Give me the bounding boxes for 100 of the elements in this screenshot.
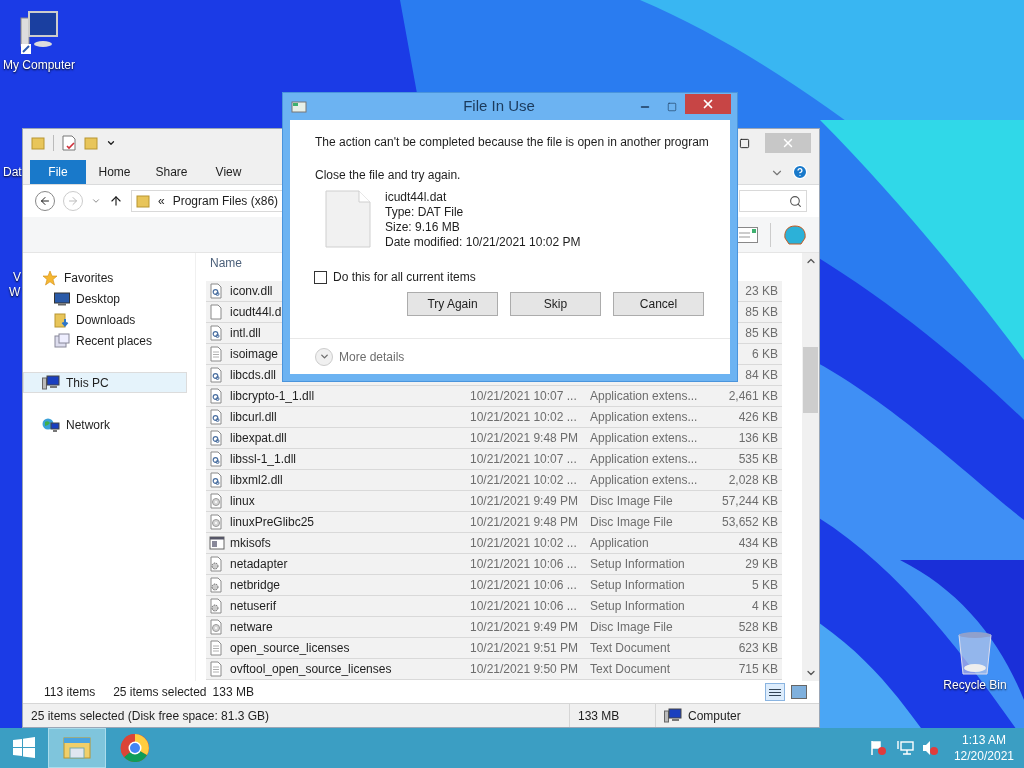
checkbox-label: Do this for all current items <box>333 269 476 286</box>
file-name: iconv.dll <box>230 283 273 300</box>
file-row[interactable]: netbridge 10/21/2021 10:06 ... Setup Information 5 KB <box>206 575 782 596</box>
file-row[interactable]: libssl-1_1.dll 10/21/2021 10:07 ... Application extens... 535 KB <box>206 449 782 470</box>
file-size: 4 KB <box>752 599 778 613</box>
windows-logo-icon <box>12 736 36 760</box>
disc-image-icon <box>209 619 225 635</box>
file-name: linux <box>230 493 255 510</box>
checkbox[interactable] <box>314 270 327 284</box>
column-header[interactable]: Name <box>206 254 242 272</box>
file-row[interactable]: libexpat.dll 10/21/2021 9:48 PM Application extens... 136 KB <box>206 428 782 449</box>
close-button[interactable] <box>685 93 731 114</box>
status-location: Computer <box>688 707 741 725</box>
file-size: 85 KB <box>745 326 778 340</box>
file-explorer-taskbar-button[interactable] <box>48 728 106 768</box>
dialog-button[interactable]: Cancel <box>613 292 704 316</box>
file-type: Disc Image File <box>590 515 673 529</box>
file-size: 84 KB <box>745 368 778 382</box>
desktop-icon-label: Dat <box>3 164 22 181</box>
file-row[interactable]: ovftool_open_source_licenses 10/21/2021 9:50 PM Text Document 715 KB <box>206 659 782 680</box>
file-size: 136 KB <box>738 431 778 445</box>
file-name: libcds.dll <box>230 367 277 384</box>
properties-icon[interactable] <box>62 135 76 151</box>
dialog-button[interactable]: Try Again <box>407 292 498 316</box>
file-row[interactable]: libcurl.dll 10/21/2021 10:02 ... Application extens... 426 KB <box>206 407 782 428</box>
right-arrow-icon <box>67 195 79 207</box>
more-details-button[interactable]: More details <box>315 347 405 366</box>
file-row[interactable]: libxml2.dll 10/21/2021 10:02 ... Application extens... 2,028 KB <box>206 470 782 491</box>
file-row[interactable]: netadapter 10/21/2021 10:06 ... Setup Information 29 KB <box>206 554 782 575</box>
breadcrumb-item[interactable]: Program Files (x86) <box>172 192 279 210</box>
file-size: 6 KB <box>752 347 778 361</box>
gear-file-icon <box>209 556 225 572</box>
file-row[interactable]: libcrypto-1_1.dll 10/21/2021 10:07 ... Application extens... 2,461 KB <box>206 386 782 407</box>
scroll-thumb[interactable] <box>803 347 818 413</box>
muted-speaker-icon[interactable] <box>921 740 940 756</box>
search-field[interactable] <box>739 190 807 212</box>
details-view-button[interactable] <box>765 683 785 701</box>
ribbon-tab[interactable]: View <box>200 160 257 184</box>
file-type: Application extens... <box>590 452 698 466</box>
gear-file-icon <box>209 577 225 593</box>
up-button[interactable] <box>109 194 123 208</box>
file-name: mkisofs <box>230 535 271 552</box>
file-row[interactable]: mkisofs 10/21/2021 10:02 ... Application 434 KB <box>206 533 782 554</box>
file-type: Setup Information <box>590 578 685 592</box>
desktop-icon <box>54 291 70 306</box>
nav-item[interactable]: Network <box>23 414 187 435</box>
dll-file-icon <box>209 409 225 425</box>
nav-item[interactable]: Recent places <box>23 330 187 351</box>
file-row[interactable]: linuxPreGlibc25 10/21/2021 9:48 PM Disc Image File 53,652 KB <box>206 512 782 533</box>
file-size: 623 KB <box>738 641 778 655</box>
nav-item[interactable]: Favorites <box>23 267 187 288</box>
help-icon[interactable] <box>792 164 808 180</box>
ribbon-tab[interactable]: Share <box>143 160 200 184</box>
file-name: libcrypto-1_1.dll <box>230 388 315 405</box>
network-icon[interactable] <box>895 740 914 756</box>
file-name: linuxPreGlibc25 <box>230 514 315 531</box>
file-menu-tab[interactable]: File <box>30 160 86 184</box>
file-name: netbridge <box>230 577 281 594</box>
file-name: libssl-1_1.dll <box>230 451 297 468</box>
nav-item[interactable]: Downloads <box>23 309 187 330</box>
breadcrumb-overflow[interactable]: « <box>158 192 165 210</box>
file-row[interactable]: open_source_licenses 10/21/2021 9:51 PM Text Document 623 KB <box>206 638 782 659</box>
file-type: Disc Image File <box>590 494 673 508</box>
flag-warning-icon[interactable] <box>869 740 888 756</box>
file-type: Application extens... <box>590 473 698 487</box>
nav-item[interactable]: Desktop <box>23 288 187 309</box>
desktop-icon-label: My Computer <box>3 57 75 74</box>
large-icons-view-button[interactable] <box>791 685 807 699</box>
chrome-logo-icon <box>120 733 150 763</box>
file-size: 57,244 KB <box>721 494 778 508</box>
file-type: Disc Image File <box>590 620 673 634</box>
date-modified: 10/21/2021 9:48 PM <box>470 515 579 529</box>
text-file-icon <box>209 346 225 362</box>
scrollbar[interactable] <box>802 253 819 681</box>
dialog-button[interactable]: Skip <box>510 292 601 316</box>
blank-file-icon <box>325 190 371 248</box>
new-folder-icon[interactable] <box>84 136 98 150</box>
recent-locations-icon[interactable] <box>91 196 101 206</box>
nav-item[interactable]: This PC <box>23 372 187 393</box>
text-file-icon <box>209 640 225 656</box>
folder-icon[interactable] <box>31 136 45 150</box>
app-icon <box>291 100 307 113</box>
text-file-icon <box>209 661 225 677</box>
date-modified: 10/21/2021 10:06 ... <box>470 599 577 613</box>
customize-dropdown-icon[interactable] <box>106 138 116 148</box>
file-type: Text Document <box>590 641 671 655</box>
file-name: netuserif <box>230 598 277 615</box>
shell-icon[interactable] <box>783 223 807 246</box>
date-modified: Date modified: 10/21/2021 10:02 PM <box>385 235 581 250</box>
file-name: libexpat.dll <box>230 430 287 447</box>
computer-icon[interactable] <box>17 8 61 56</box>
file-row[interactable]: linux 10/21/2021 9:49 PM Disc Image File 57,244 KB <box>206 491 782 512</box>
status-size: 133 MB <box>578 707 620 725</box>
chevron-down-icon <box>318 351 330 362</box>
preview-pane-icon[interactable] <box>736 226 758 243</box>
file-row[interactable]: netware 10/21/2021 9:49 PM Disc Image File 528 KB <box>206 617 782 638</box>
file-row[interactable]: netuserif 10/21/2021 10:06 ... Setup Information 4 KB <box>206 596 782 617</box>
recycle-bin-icon[interactable] <box>956 630 994 676</box>
file-type: Application extens... <box>590 431 698 445</box>
ribbon-tab[interactable]: Home <box>86 160 143 184</box>
